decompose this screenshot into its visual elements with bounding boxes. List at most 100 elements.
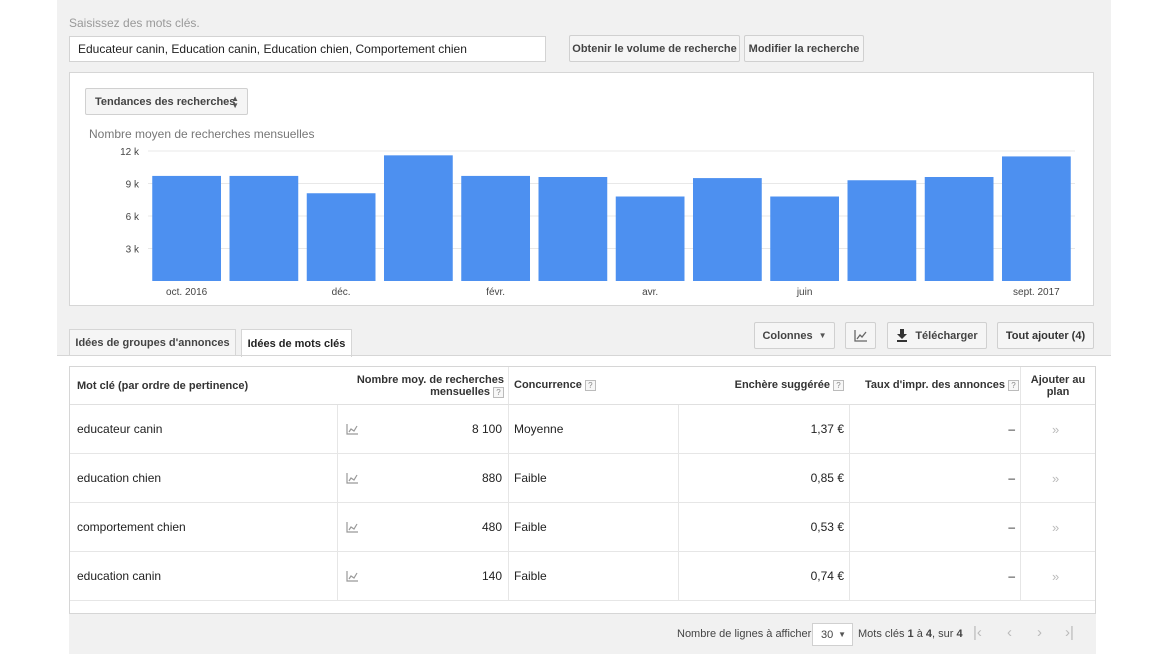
column-divider — [1020, 405, 1021, 453]
table-header: Mot clé (par ordre de pertinence) Nombre… — [70, 367, 1095, 405]
header-impr-label: Taux d'impr. des annonces — [865, 379, 1005, 391]
rows-per-page-select[interactable]: 30 ▼ — [812, 623, 853, 646]
help-icon[interactable]: ? — [584, 379, 596, 391]
table-row: education canin 140 Faible 0,74 € – » — [70, 552, 1095, 601]
competition-cell: Faible — [514, 520, 547, 534]
column-divider — [678, 552, 679, 600]
range-total: 4 — [956, 628, 963, 640]
range-start: 1 — [907, 628, 914, 640]
tab-keyword-ideas[interactable]: Idées de mots clés — [241, 329, 352, 357]
column-divider — [849, 454, 850, 502]
impr-cell: – — [1008, 520, 1015, 534]
column-divider — [337, 405, 338, 453]
trend-type-select[interactable]: Tendances des recherches ▲ ▼ — [85, 88, 248, 115]
columns-button[interactable]: Colonnes ▼ — [754, 322, 835, 349]
trend-icon[interactable] — [346, 454, 359, 502]
header-volume-line2: mensuelles — [430, 386, 490, 398]
trend-icon[interactable] — [346, 405, 359, 453]
column-divider — [508, 552, 509, 600]
modify-search-button[interactable]: Modifier la recherche — [744, 35, 864, 62]
column-divider — [1020, 552, 1021, 600]
download-icon — [897, 329, 908, 342]
get-search-volume-button[interactable]: Obtenir le volume de recherche — [569, 35, 740, 62]
range-prefix: Mots clés — [858, 628, 905, 640]
line-chart-icon — [853, 329, 867, 342]
add-to-plan-icon[interactable]: » — [1052, 454, 1059, 502]
header-add-line2: plan — [1046, 386, 1070, 398]
column-divider — [1020, 454, 1021, 502]
column-divider — [508, 454, 509, 502]
trend-icon[interactable] — [346, 552, 359, 600]
x-tick-label: sept. 2017 — [1013, 287, 1060, 298]
keyword-cell: comportement chien — [77, 520, 186, 534]
volume-cell: 140 — [481, 569, 502, 583]
bar[interactable] — [152, 175, 222, 281]
impr-cell: – — [1008, 422, 1015, 436]
keywords-input[interactable] — [69, 36, 546, 62]
range-of: , sur — [932, 628, 954, 640]
competition-cell: Faible — [514, 471, 547, 485]
download-button[interactable]: Télécharger — [887, 322, 987, 349]
bid-cell: 0,53 € — [810, 520, 844, 534]
bar[interactable] — [692, 178, 762, 281]
column-divider — [849, 503, 850, 551]
bar[interactable] — [1001, 156, 1071, 281]
impr-cell: – — [1008, 569, 1015, 583]
y-tick-label: 3 k — [126, 245, 140, 256]
column-divider — [508, 405, 509, 453]
header-add-to-plan: Ajouter au plan — [1022, 374, 1094, 398]
bar[interactable] — [770, 196, 840, 282]
last-page-icon[interactable]: ›| — [1065, 624, 1074, 641]
chart-title: Nombre moyen de recherches mensuelles — [89, 127, 315, 141]
competition-cell: Faible — [514, 569, 547, 583]
bar[interactable] — [924, 177, 994, 281]
x-tick-label: févr. — [486, 287, 505, 298]
tab-divider — [57, 355, 1111, 356]
column-divider — [849, 552, 850, 600]
bar[interactable] — [229, 175, 299, 281]
header-impression-share[interactable]: Taux d'impr. des annonces? — [865, 379, 1019, 391]
volume-cell: 480 — [481, 520, 502, 534]
header-competition[interactable]: Concurrence? — [514, 379, 596, 391]
column-divider — [1020, 503, 1021, 551]
pagination-range: Mots clés 1 à 4, sur 4 — [858, 628, 963, 640]
bar[interactable] — [306, 193, 376, 281]
header-suggested-bid[interactable]: Enchère suggérée? — [670, 379, 844, 391]
volume-cell: 8 100 — [471, 422, 502, 436]
bar[interactable] — [461, 175, 531, 281]
chart-toggle-button[interactable] — [845, 322, 876, 349]
table-footer: Nombre de lignes à afficher : 30 ▼ Mots … — [69, 614, 1096, 654]
volume-cell: 880 — [481, 471, 502, 485]
next-page-icon[interactable]: › — [1037, 624, 1042, 641]
header-keyword[interactable]: Mot clé (par ordre de pertinence) — [77, 380, 248, 392]
help-icon[interactable]: ? — [493, 386, 504, 398]
table-row: educateur canin 8 100 Moyenne 1,37 € – » — [70, 405, 1095, 454]
y-tick-label: 6 k — [126, 212, 140, 223]
add-all-button[interactable]: Tout ajouter (4) — [997, 322, 1094, 349]
bar[interactable] — [847, 180, 917, 281]
bar[interactable] — [383, 155, 453, 281]
updown-arrows-icon: ▲ ▼ — [231, 94, 239, 110]
trend-icon[interactable] — [346, 503, 359, 551]
bid-cell: 0,85 € — [810, 471, 844, 485]
download-label: Télécharger — [915, 329, 978, 342]
bar[interactable] — [538, 177, 608, 281]
add-to-plan-icon[interactable]: » — [1052, 552, 1059, 600]
keyword-ideas-table: Mot clé (par ordre de pertinence) Nombre… — [69, 366, 1096, 614]
column-divider — [337, 454, 338, 502]
tab-ad-group-ideas[interactable]: Idées de groupes d'annonces — [69, 329, 236, 356]
bar[interactable] — [615, 196, 685, 282]
add-to-plan-icon[interactable]: » — [1052, 503, 1059, 551]
help-icon[interactable]: ? — [1007, 379, 1019, 391]
first-page-icon[interactable]: |‹ — [973, 624, 982, 641]
column-divider — [849, 405, 850, 453]
header-volume[interactable]: Nombre moy. de recherches mensuelles ? — [338, 374, 504, 398]
competition-cell: Moyenne — [514, 422, 564, 436]
column-divider — [337, 503, 338, 551]
column-divider — [678, 405, 679, 453]
help-icon[interactable]: ? — [833, 379, 844, 391]
add-to-plan-icon[interactable]: » — [1052, 405, 1059, 453]
column-divider — [508, 367, 509, 404]
prev-page-icon[interactable]: ‹ — [1007, 624, 1012, 641]
header-add-line1: Ajouter au — [1030, 374, 1086, 386]
